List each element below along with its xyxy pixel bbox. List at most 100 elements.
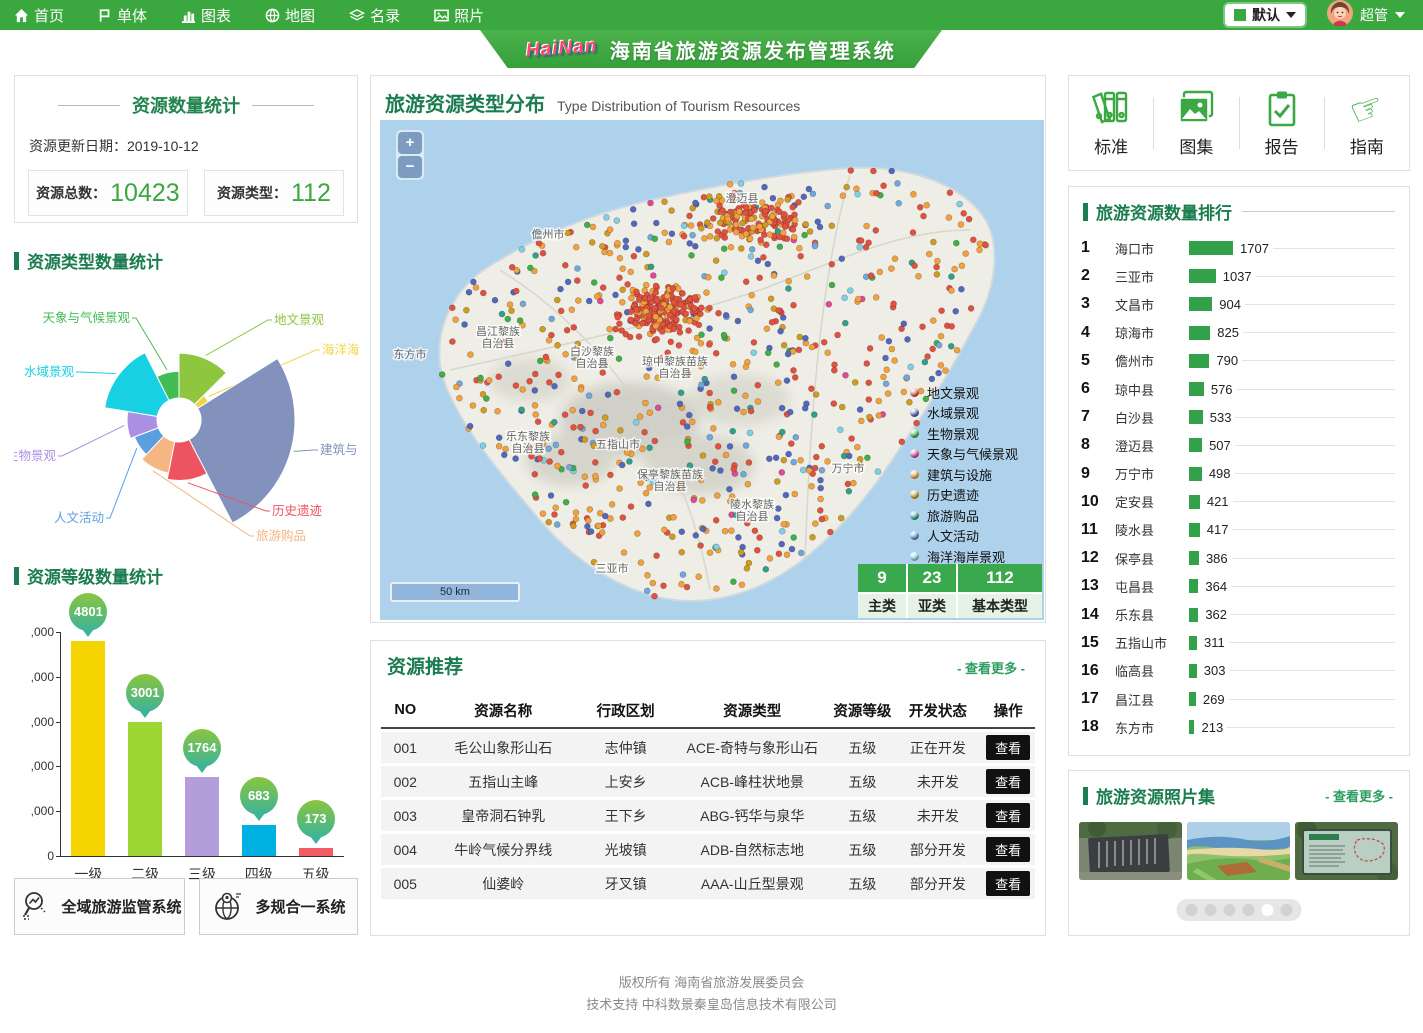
nav-item-photos[interactable]: 照片: [434, 5, 484, 26]
rank-city-name: 文昌市: [1115, 295, 1189, 314]
recommend-panel: 资源推荐 - 查看更多 - NO 资源名称 行政区划 资源类型 资源等级 开发状…: [370, 640, 1046, 936]
pager-dot[interactable]: [1281, 904, 1293, 916]
legend-item: 历史遗迹: [910, 485, 1018, 506]
hainan-map[interactable]: 东方市儋州市澄迈县昌江黎族自治县白沙黎族自治县琼中黎族苗族自治县乐东黎族自治县五…: [380, 120, 1044, 620]
table-row: 001 毛公山象形山石 志仲镇 ACE-奇特与象形山石 五级 正在开发 查看: [381, 732, 1035, 763]
cell-district: 牙叉镇: [577, 874, 674, 894]
pager-dot[interactable]: [1186, 904, 1198, 916]
ranking-row: 17 昌江县 269: [1081, 685, 1395, 713]
ranking-title: 旅游资源数量排行: [1083, 199, 1232, 224]
rank-bar: [1189, 382, 1204, 396]
pager-dot[interactable]: [1224, 904, 1236, 916]
global-tourism-supervision-button[interactable]: 全域旅游监管系统: [14, 878, 185, 935]
rank-bar: [1189, 664, 1197, 678]
multi-plan-system-button[interactable]: 多规合一系统: [199, 878, 358, 935]
sub-class-count: 23: [908, 564, 956, 592]
col-no: NO: [381, 702, 430, 718]
pager-dot[interactable]: [1243, 904, 1255, 916]
cell-name: 皇帝洞石钟乳: [430, 806, 577, 826]
nav-item-single[interactable]: 单体: [98, 5, 147, 26]
view-button[interactable]: 查看: [986, 769, 1030, 794]
ranking-row: 4 琼海市 825: [1081, 319, 1395, 347]
svg-text:人文活动: 人文活动: [54, 510, 104, 525]
table-row: 005 仙婆岭 牙叉镇 AAA-山丘型景观 五级 部分开发 查看: [381, 868, 1035, 899]
rank-value: 1037: [1223, 269, 1252, 284]
theme-selector[interactable]: 默认: [1225, 4, 1305, 26]
rank-city-name: 陵水县: [1115, 520, 1189, 539]
resource-stats-title: 资源数量统计: [15, 92, 357, 118]
rank-number: 2: [1081, 267, 1115, 285]
table-row: 003 皇帝洞石钟乳 王下乡 ABG-钙华与泉华 五级 未开发 查看: [381, 800, 1035, 831]
rank-value: 507: [1209, 438, 1231, 453]
update-date-value: 2019-10-12: [127, 138, 199, 154]
rank-underline: [1231, 614, 1395, 615]
nav-label: 照片: [454, 5, 484, 26]
nav-item-directory[interactable]: 名录: [349, 5, 400, 26]
quick-link-reports[interactable]: 报告: [1240, 89, 1324, 158]
cell-status: 部分开发: [894, 874, 981, 894]
quick-link-label: 图集: [1179, 133, 1213, 158]
resource-type-rose-chart: 地文景观海洋海岸景观建筑与设施历史遗迹旅游购品人文活动生物景观水域景观天象与气候…: [14, 268, 358, 560]
level-bar: [185, 777, 219, 856]
pager-dot[interactable]: [1262, 904, 1274, 916]
y-axis-tick: 1,000: [31, 804, 54, 818]
section-title-text: 旅游资源数量排行: [1096, 199, 1232, 224]
photo-thumbnail-stele[interactable]: [1079, 822, 1182, 880]
rank-number: 3: [1081, 295, 1115, 313]
rank-city-name: 五指山市: [1115, 633, 1189, 652]
zoom-in-button[interactable]: +: [398, 132, 422, 154]
zoom-out-button[interactable]: −: [398, 156, 422, 178]
rank-number: 18: [1081, 718, 1115, 736]
city-ranking-list: 1 海口市 1707 2 三亚市 1037 3 文昌市 904 4 琼海市 82…: [1081, 234, 1395, 741]
binders-icon: [1091, 89, 1131, 129]
rank-underline: [1227, 727, 1395, 728]
carousel-pager: [1177, 899, 1302, 921]
legend-item: 水域景观: [910, 403, 1018, 424]
rank-number: 5: [1081, 352, 1115, 370]
rank-city-name: 琼中县: [1115, 380, 1189, 399]
recommend-more-link[interactable]: - 查看更多 -: [957, 658, 1025, 677]
theme-label: 默认: [1252, 5, 1280, 25]
rank-city-name: 保亭县: [1115, 549, 1189, 568]
rank-underline: [1235, 473, 1395, 474]
view-button[interactable]: 查看: [986, 735, 1030, 760]
svg-text:历史遗迹: 历史遗迹: [272, 504, 323, 518]
rank-number: 9: [1081, 465, 1115, 483]
bar-value-marker: 4801: [69, 593, 107, 631]
rank-number: 1: [1081, 239, 1115, 257]
nav-label: 单体: [117, 5, 147, 26]
quick-link-guide[interactable]: ☞ 指南: [1325, 89, 1409, 158]
quick-link-atlas[interactable]: 图集: [1154, 89, 1238, 158]
level-bar: [242, 825, 276, 856]
photos-more-link[interactable]: - 查看更多 -: [1325, 786, 1393, 805]
cell-status: 部分开发: [894, 840, 981, 860]
user-menu[interactable]: 超管: [1327, 0, 1405, 31]
magnifier-chart-icon: [17, 888, 51, 926]
bar-value-marker: 1764: [183, 729, 221, 767]
level-chart-section-title: 资源等级数量统计: [14, 563, 163, 588]
ranking-row: 9 万宁市 498: [1081, 460, 1395, 488]
cell-no: 004: [381, 842, 430, 858]
view-button[interactable]: 查看: [986, 871, 1030, 896]
nav-item-charts[interactable]: 图表: [181, 5, 231, 26]
svg-text:昌江黎族自治县: 昌江黎族自治县: [476, 324, 520, 350]
pager-dot[interactable]: [1205, 904, 1217, 916]
photo-thumbnail-signboard[interactable]: [1295, 822, 1398, 880]
view-button[interactable]: 查看: [986, 837, 1030, 862]
y-axis-tick: 3,000: [31, 715, 54, 729]
section-marker: [14, 252, 19, 270]
view-button[interactable]: 查看: [986, 803, 1030, 828]
nav-item-map[interactable]: 地图: [265, 5, 315, 26]
quick-link-standards[interactable]: 标准: [1069, 89, 1153, 158]
photo-thumbnail-coast[interactable]: [1187, 822, 1290, 880]
rank-number: 17: [1081, 690, 1115, 708]
page-title: 海南省旅游资源发布管理系统: [610, 35, 896, 64]
cell-status: 未开发: [894, 772, 981, 792]
quick-link-label: 标准: [1094, 133, 1128, 158]
cell-name: 仙婆岭: [430, 874, 577, 894]
svg-text:陵水黎族自治县: 陵水黎族自治县: [730, 497, 774, 523]
rank-value: 311: [1204, 635, 1225, 650]
nav-item-home[interactable]: 首页: [14, 5, 64, 26]
cell-district: 志仲镇: [577, 738, 674, 758]
rank-city-name: 万宁市: [1115, 464, 1189, 483]
